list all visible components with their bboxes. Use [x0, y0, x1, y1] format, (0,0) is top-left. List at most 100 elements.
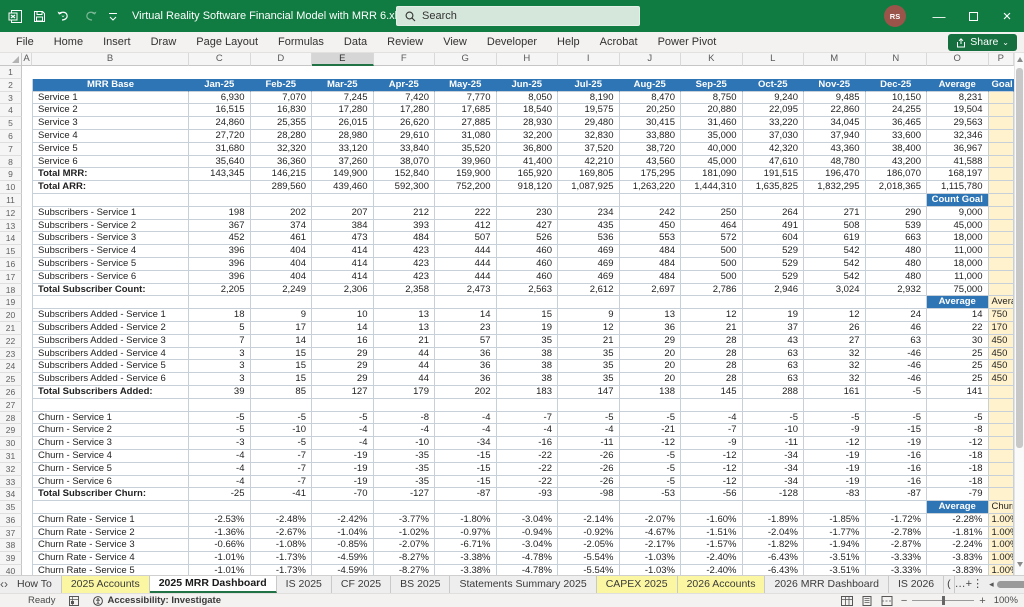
cell-A5[interactable] — [22, 117, 32, 130]
cell-N7[interactable]: 38,400 — [865, 142, 927, 156]
cell-K28[interactable]: -4 — [681, 411, 743, 425]
cell-B35[interactable] — [32, 501, 189, 514]
cell-M26[interactable]: 161 — [804, 385, 866, 399]
cell-H10[interactable]: 918,120 — [496, 181, 558, 194]
cell-N6[interactable]: 33,600 — [865, 129, 927, 143]
cell-D26[interactable]: 85 — [250, 385, 312, 399]
cell-I19[interactable] — [558, 296, 620, 310]
cell-F23[interactable]: 44 — [373, 347, 435, 361]
column-header-O[interactable]: O — [927, 53, 989, 66]
cell-A8[interactable] — [22, 155, 32, 169]
cell-D15[interactable]: 404 — [250, 245, 312, 258]
cell-D32[interactable]: -7 — [250, 462, 312, 476]
cell-E26[interactable]: 127 — [312, 385, 374, 399]
cell-B15[interactable]: Subscribers - Service 4 — [32, 245, 189, 258]
cell-L37[interactable]: -2.04% — [742, 526, 804, 540]
column-header-C[interactable]: C — [189, 53, 251, 66]
cell-H39[interactable]: -4.78% — [496, 552, 558, 566]
column-header-I[interactable]: I — [558, 53, 620, 66]
cell-A29[interactable] — [22, 424, 32, 438]
cell-J17[interactable]: 484 — [619, 270, 681, 284]
cell-E17[interactable]: 414 — [312, 270, 374, 284]
cell-N39[interactable]: -3.33% — [865, 552, 927, 566]
cell-F19[interactable] — [373, 296, 435, 310]
cell-C6[interactable]: 27,720 — [189, 129, 251, 143]
row-header-38[interactable]: 38 — [0, 539, 22, 553]
cell-P9[interactable] — [988, 168, 1014, 182]
cell-J14[interactable]: 553 — [619, 232, 681, 246]
save-icon[interactable] — [33, 10, 46, 23]
vertical-scrollbar[interactable] — [1014, 53, 1024, 575]
cell-K24[interactable]: 28 — [681, 360, 743, 374]
cell-D24[interactable]: 15 — [250, 360, 312, 374]
cell-A15[interactable] — [22, 245, 32, 258]
cell-G11[interactable] — [435, 193, 497, 207]
cell-B33[interactable]: Churn - Service 6 — [32, 475, 189, 489]
sheet-tab-2026-mrr-dashboard[interactable]: 2026 MRR Dashboard — [765, 576, 889, 593]
cell-C20[interactable]: 18 — [189, 309, 251, 322]
cell-P13[interactable] — [988, 219, 1014, 233]
column-header-M[interactable]: M — [804, 53, 866, 66]
cell-H25[interactable]: 38 — [496, 373, 558, 386]
sheet-tab-2025-mrr-dashboard[interactable]: 2025 MRR Dashboard — [149, 576, 277, 593]
cell-F25[interactable]: 44 — [373, 373, 435, 386]
cell-E27[interactable] — [312, 398, 374, 412]
ribbon-tab-developer[interactable]: Developer — [477, 32, 547, 53]
cell-D30[interactable]: -5 — [250, 437, 312, 450]
cell-B6[interactable]: Service 4 — [32, 129, 189, 143]
cell-I12[interactable]: 234 — [558, 206, 620, 220]
row-header-16[interactable]: 16 — [0, 257, 22, 271]
cell-I21[interactable]: 12 — [558, 321, 620, 335]
cell-B11[interactable] — [32, 193, 189, 207]
cell-F28[interactable]: -8 — [373, 411, 435, 425]
column-header-H[interactable]: H — [496, 53, 558, 66]
cell-O23[interactable]: 25 — [927, 347, 989, 361]
cell-J36[interactable]: -2.07% — [619, 513, 681, 527]
cell-B18[interactable]: Total Subscriber Count: — [32, 283, 189, 297]
cell-F4[interactable]: 17,280 — [373, 104, 435, 118]
cell-A6[interactable] — [22, 129, 32, 143]
cell-H8[interactable]: 41,400 — [496, 155, 558, 169]
cell-K20[interactable]: 12 — [681, 309, 743, 322]
cell-H20[interactable]: 15 — [496, 309, 558, 322]
cell-J37[interactable]: -4.67% — [619, 526, 681, 540]
cell-G26[interactable]: 202 — [435, 385, 497, 399]
cell-P35[interactable]: Churn — [988, 501, 1014, 514]
cell-K19[interactable] — [681, 296, 743, 310]
cell-A31[interactable] — [22, 449, 32, 463]
cell-I40[interactable]: -5.54% — [558, 565, 620, 575]
cell-G32[interactable]: -15 — [435, 462, 497, 476]
cell-E22[interactable]: 16 — [312, 334, 374, 348]
cell-G9[interactable]: 159,900 — [435, 168, 497, 182]
cell-E5[interactable]: 26,015 — [312, 117, 374, 130]
cell-B32[interactable]: Churn - Service 5 — [32, 462, 189, 476]
cell-G22[interactable]: 57 — [435, 334, 497, 348]
cell-M36[interactable]: -1.85% — [804, 513, 866, 527]
zoom-knob[interactable] — [942, 596, 946, 605]
cell-E24[interactable]: 29 — [312, 360, 374, 374]
cell-J33[interactable]: -5 — [619, 475, 681, 489]
normal-view-icon[interactable] — [840, 595, 853, 606]
cell-G33[interactable]: -15 — [435, 475, 497, 489]
cell-O36[interactable]: -2.28% — [927, 513, 989, 527]
cell-M17[interactable]: 542 — [804, 270, 866, 284]
row-header-18[interactable]: 18 — [0, 283, 22, 297]
accessibility-status[interactable]: Accessibility: Investigate — [93, 595, 221, 606]
cell-K14[interactable]: 572 — [681, 232, 743, 246]
cell-I18[interactable]: 2,612 — [558, 283, 620, 297]
row-header-40[interactable]: 40 — [0, 565, 22, 575]
cell-I16[interactable]: 469 — [558, 257, 620, 271]
cell-E32[interactable]: -19 — [312, 462, 374, 476]
ribbon-tab-draw[interactable]: Draw — [141, 32, 187, 53]
cell-M37[interactable]: -1.77% — [804, 526, 866, 540]
cell-O27[interactable] — [927, 398, 989, 412]
cell-N29[interactable]: -15 — [865, 424, 927, 438]
column-header-E[interactable]: E — [312, 53, 374, 66]
cell-O37[interactable]: -1.81% — [927, 526, 989, 540]
cell-A27[interactable] — [22, 398, 32, 412]
cell-O5[interactable]: 29,563 — [927, 117, 989, 130]
cell-G34[interactable]: -87 — [435, 488, 497, 502]
cell-H4[interactable]: 18,540 — [496, 104, 558, 118]
cell-P34[interactable] — [988, 488, 1014, 502]
column-header-B[interactable]: B — [32, 53, 189, 66]
